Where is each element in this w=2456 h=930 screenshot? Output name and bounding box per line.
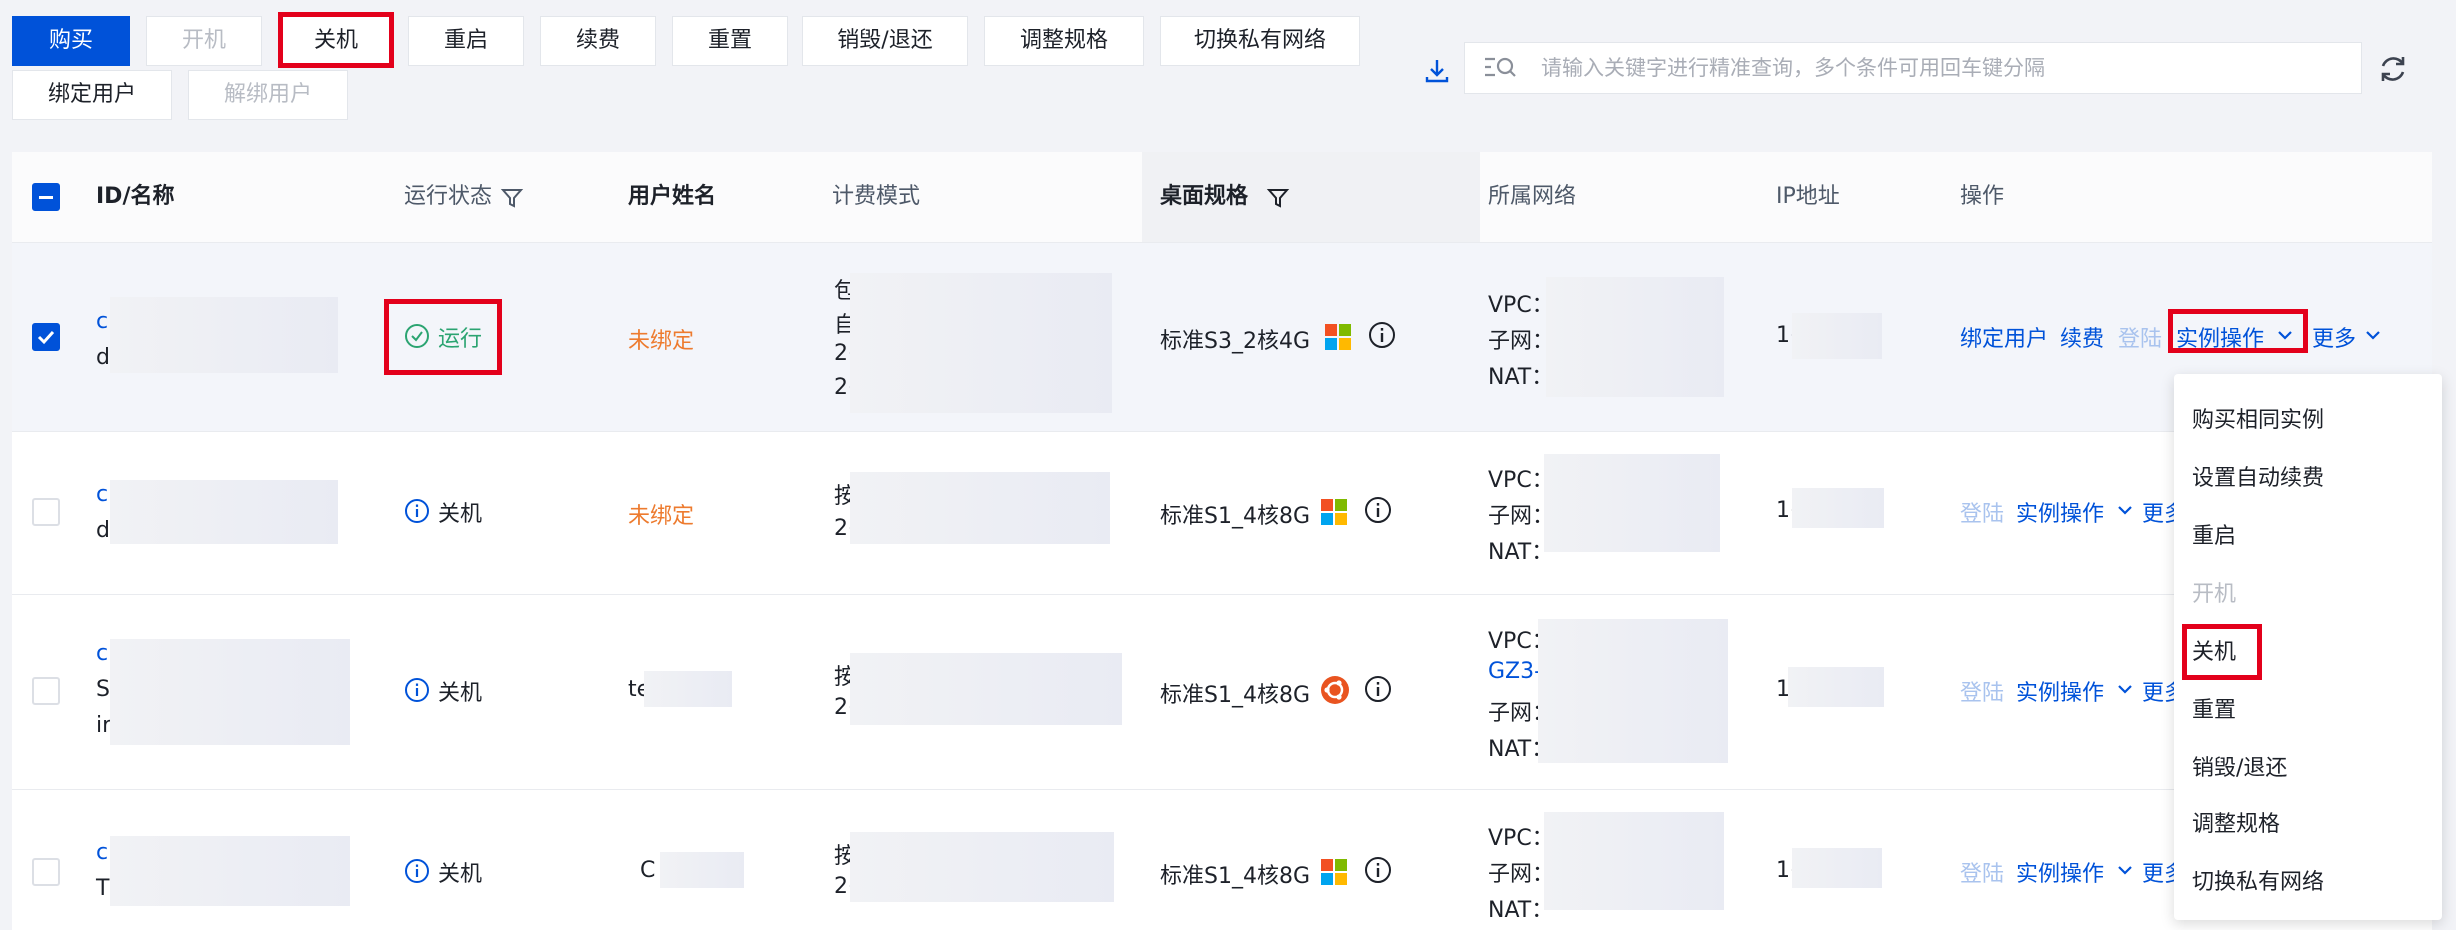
refresh-icon[interactable] bbox=[2376, 52, 2410, 86]
menu-item-resize[interactable]: 调整规格 bbox=[2192, 806, 2280, 838]
filter-icon[interactable] bbox=[500, 186, 524, 214]
row-checkbox[interactable] bbox=[32, 498, 60, 526]
menu-item-buy-same[interactable]: 购买相同实例 bbox=[2192, 402, 2324, 434]
instance-id[interactable]: c bbox=[96, 309, 108, 334]
windows-logo-icon bbox=[1320, 498, 1348, 530]
network-line: NAT： bbox=[1488, 365, 1554, 390]
chevron-down-icon bbox=[2116, 502, 2134, 521]
bind-user-link[interactable]: 绑定用户 bbox=[1960, 321, 2048, 353]
destroy-button[interactable]: 销毁/退还 bbox=[802, 16, 968, 66]
spec-text: 标准S1_4核8G bbox=[1160, 683, 1311, 708]
login-link[interactable]: 登陆 bbox=[1960, 856, 2004, 888]
check-circle-icon bbox=[404, 323, 430, 353]
row-checkbox[interactable] bbox=[32, 323, 60, 351]
chevron-down-icon bbox=[2116, 681, 2134, 700]
search-input[interactable]: 请输入关键字进行精准查询，多个条件可用回车键分隔 bbox=[1464, 42, 2362, 94]
instance-name: S bbox=[96, 677, 110, 702]
chevron-down-icon bbox=[2364, 327, 2382, 346]
header-status: 运行状态 bbox=[404, 184, 493, 209]
windows-logo-icon bbox=[1320, 858, 1348, 890]
table-row: c S ir 关机 te 按 2( 标准S1_4核8G VPC： GZ3- 子网… bbox=[12, 595, 2432, 790]
search-placeholder: 请输入关键字进行精准查询，多个条件可用回车键分隔 bbox=[1541, 56, 2045, 80]
resize-button[interactable]: 调整规格 bbox=[984, 16, 1144, 66]
header-spec: 桌面规格 bbox=[1160, 184, 1249, 209]
buy-button[interactable]: 购买 bbox=[12, 16, 130, 66]
menu-item-switch-network[interactable]: 切换私有网络 bbox=[2192, 864, 2324, 896]
instance-ops-dropdown[interactable]: 实例操作 bbox=[2176, 321, 2264, 353]
status-text: 运行 bbox=[438, 327, 483, 352]
header-username: 用户姓名 bbox=[628, 184, 717, 209]
menu-item-auto-renew[interactable]: 设置自动续费 bbox=[2192, 460, 2324, 492]
menu-item-restart[interactable]: 重启 bbox=[2192, 518, 2236, 550]
ubuntu-logo-icon bbox=[1320, 675, 1350, 709]
spec-text: 标准S3_2核4G bbox=[1160, 329, 1311, 354]
table-row: c d 关机 未绑定 按 2( 标准S1_4核8G VPC： 子网： NAT： … bbox=[12, 432, 2432, 595]
info-icon bbox=[404, 677, 430, 707]
instance-name: T bbox=[96, 876, 110, 901]
spec-text: 标准S1_4核8G bbox=[1160, 864, 1311, 889]
switch-network-button[interactable]: 切换私有网络 bbox=[1160, 16, 1360, 66]
filter-icon[interactable] bbox=[1266, 186, 1290, 214]
instance-id[interactable]: c bbox=[96, 840, 108, 865]
select-all-checkbox[interactable] bbox=[32, 183, 60, 211]
reset-button[interactable]: 重置 bbox=[672, 16, 788, 66]
bind-user-button[interactable]: 绑定用户 bbox=[12, 70, 172, 120]
header-actions: 操作 bbox=[1960, 184, 2005, 209]
login-link[interactable]: 登陆 bbox=[1960, 496, 2004, 528]
instance-name: ir bbox=[96, 713, 112, 738]
unbind-user-button[interactable]: 解绑用户 bbox=[188, 70, 348, 120]
row-checkbox[interactable] bbox=[32, 858, 60, 886]
chevron-down-icon bbox=[2116, 862, 2134, 881]
desktop-table: ID/名称 运行状态 用户姓名 计费模式 桌面规格 所属网络 IP地址 操作 c… bbox=[12, 152, 2432, 930]
chevron-down-icon bbox=[2276, 327, 2294, 346]
table-header: ID/名称 运行状态 用户姓名 计费模式 桌面规格 所属网络 IP地址 操作 bbox=[12, 152, 2432, 243]
info-icon[interactable] bbox=[1364, 496, 1392, 528]
info-icon[interactable] bbox=[1364, 856, 1392, 888]
network-line: 子网： bbox=[1488, 329, 1555, 354]
spec-text: 标准S1_4核8G bbox=[1160, 504, 1311, 529]
row-checkbox[interactable] bbox=[32, 677, 60, 705]
instance-ops-dropdown[interactable]: 实例操作 bbox=[2016, 496, 2104, 528]
info-icon[interactable] bbox=[1364, 675, 1392, 707]
instance-id[interactable]: c bbox=[96, 641, 108, 666]
login-link[interactable]: 登陆 bbox=[1960, 675, 2004, 707]
user-name: 未绑定 bbox=[628, 504, 695, 529]
info-icon[interactable] bbox=[1368, 321, 1396, 353]
start-button[interactable]: 开机 bbox=[146, 16, 262, 66]
user-name: 未绑定 bbox=[628, 329, 695, 354]
stop-button[interactable]: 关机 bbox=[282, 16, 390, 66]
instance-name: d bbox=[96, 518, 110, 543]
header-network: 所属网络 bbox=[1488, 184, 1577, 209]
info-icon bbox=[404, 858, 430, 888]
download-icon[interactable] bbox=[1422, 56, 1452, 86]
header-id-name: ID/名称 bbox=[96, 184, 175, 209]
menu-item-start[interactable]: 开机 bbox=[2192, 576, 2236, 608]
instance-ops-dropdown[interactable]: 实例操作 bbox=[2016, 675, 2104, 707]
instance-name: d bbox=[96, 345, 110, 370]
menu-item-stop[interactable]: 关机 bbox=[2192, 634, 2236, 666]
header-ip: IP地址 bbox=[1776, 184, 1840, 209]
restart-button[interactable]: 重启 bbox=[408, 16, 524, 66]
header-billing: 计费模式 bbox=[832, 184, 921, 209]
network-link[interactable]: GZ3- bbox=[1488, 659, 1542, 684]
table-row: c d 运行 未绑定 包 自 2( 2( 标准S3_2核4G VPC： 子网： … bbox=[12, 243, 2432, 432]
more-dropdown[interactable]: 更多 bbox=[2312, 321, 2356, 353]
login-link[interactable]: 登陆 bbox=[2118, 321, 2162, 353]
status-text: 关机 bbox=[438, 502, 483, 527]
windows-logo-icon bbox=[1324, 323, 1352, 355]
status-text: 关机 bbox=[438, 681, 483, 706]
menu-item-destroy[interactable]: 销毁/退还 bbox=[2192, 750, 2287, 782]
status-text: 关机 bbox=[438, 862, 483, 887]
user-name: C bbox=[640, 858, 656, 883]
info-icon bbox=[404, 498, 430, 528]
search-filter-icon bbox=[1483, 55, 1519, 85]
instance-id[interactable]: c bbox=[96, 482, 108, 507]
table-row: c T 关机 C 按 2( 标准S1_4核8G VPC： 子网： NAT： 1(… bbox=[12, 790, 2432, 930]
renew-link[interactable]: 续费 bbox=[2060, 321, 2104, 353]
menu-item-reset[interactable]: 重置 bbox=[2192, 692, 2236, 724]
renew-button[interactable]: 续费 bbox=[540, 16, 656, 66]
instance-ops-dropdown[interactable]: 实例操作 bbox=[2016, 856, 2104, 888]
network-line: VPC： bbox=[1488, 293, 1554, 318]
instance-ops-menu: 购买相同实例 设置自动续费 重启 开机 关机 重置 销毁/退还 调整规格 切换私… bbox=[2174, 374, 2442, 920]
